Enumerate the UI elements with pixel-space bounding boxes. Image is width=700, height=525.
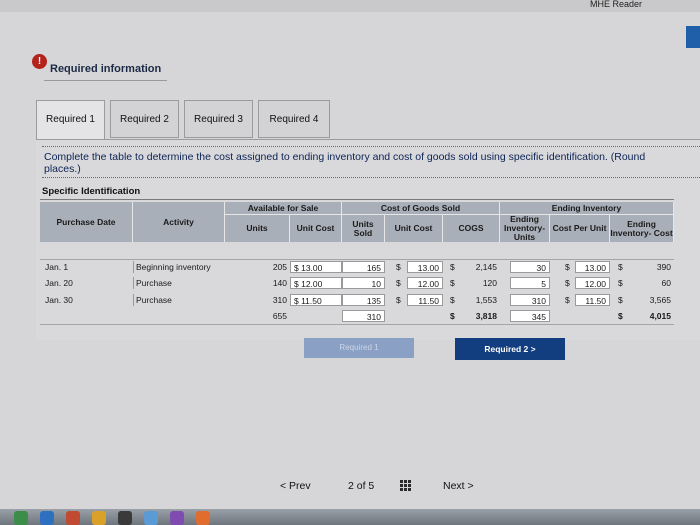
header-ending-inventory-units: Ending Inventory- Units xyxy=(500,215,550,242)
row-units: 140 xyxy=(272,278,287,288)
header-activity: Activity xyxy=(133,202,225,242)
app-icon[interactable] xyxy=(14,511,28,525)
instructions-line-2: places.) xyxy=(44,163,81,175)
currency-symbol: $ xyxy=(450,295,455,305)
app-icon[interactable] xyxy=(40,511,54,525)
next-page-button[interactable]: Next > xyxy=(443,480,474,492)
total-ending-units-input[interactable]: 345 xyxy=(510,310,550,322)
header-units-sold: Units Sold xyxy=(342,215,385,242)
app-icon[interactable] xyxy=(92,511,106,525)
tab-required-2[interactable]: Required 2 xyxy=(110,100,179,138)
app-icon[interactable] xyxy=(170,511,184,525)
unit-cost-input[interactable]: $ 13.00 xyxy=(290,261,342,273)
unit-cost-sold-input[interactable]: 12.00 xyxy=(407,277,443,289)
reader-label: MHE Reader xyxy=(589,0,642,9)
currency-symbol: $ xyxy=(450,278,455,288)
tab-required-4[interactable]: Required 4 xyxy=(258,100,330,138)
row-date: Jan. 20 xyxy=(45,278,73,288)
row-date: Jan. 1 xyxy=(45,262,69,272)
currency-symbol: $ xyxy=(450,262,455,272)
header-cost-of-goods-sold: Cost of Goods Sold xyxy=(342,202,500,215)
page-indicator: 2 of 5 xyxy=(348,480,375,492)
currency-symbol: $ xyxy=(565,295,570,305)
header-purchase-date: Purchase Date xyxy=(40,202,133,242)
divider xyxy=(42,146,700,147)
currency-symbol: $ xyxy=(396,278,401,288)
app-top-bar: MHE Reader xyxy=(0,0,700,12)
app-icon[interactable] xyxy=(118,511,132,525)
currency-symbol: $ xyxy=(396,295,401,305)
app-icon[interactable] xyxy=(66,511,80,525)
cost-per-unit-input[interactable]: 11.50 xyxy=(575,294,610,306)
header-units: Units xyxy=(225,215,290,242)
unit-cost-sold-input[interactable]: 13.00 xyxy=(407,261,443,273)
prev-required-label: Required 1 xyxy=(339,343,379,352)
ending-units-input[interactable]: 5 xyxy=(510,277,550,289)
currency-symbol: $ xyxy=(450,311,455,321)
row-divider xyxy=(40,324,674,325)
row-cogs: 120 xyxy=(482,278,497,288)
currency-symbol: $ xyxy=(565,262,570,272)
row-date: Jan. 30 xyxy=(45,295,73,305)
divider xyxy=(42,177,700,178)
prev-page-button[interactable]: < Prev xyxy=(280,480,311,492)
row-activity: Purchase xyxy=(133,277,225,289)
unit-cost-input[interactable]: $ 12.00 xyxy=(290,277,342,289)
row-ending-cost: 390 xyxy=(656,262,671,272)
tab-required-3[interactable]: Required 3 xyxy=(184,100,253,138)
units-sold-input[interactable]: 135 xyxy=(342,294,385,306)
row-divider xyxy=(40,259,674,260)
currency-symbol: $ xyxy=(396,262,401,272)
header-cogs: COGS xyxy=(443,215,500,242)
row-units: 310 xyxy=(272,295,287,305)
prev-required-button[interactable]: Required 1 xyxy=(304,338,414,358)
ending-units-input[interactable]: 30 xyxy=(510,261,550,273)
header-unit-cost-2: Unit Cost xyxy=(385,215,443,242)
row-ending-cost: 60 xyxy=(661,278,671,288)
units-sold-input[interactable]: 10 xyxy=(342,277,385,289)
tab-required-1[interactable]: Required 1 xyxy=(36,100,105,140)
unit-cost-input[interactable]: $ 11.50 xyxy=(290,294,342,306)
total-units-sold-input[interactable]: 310 xyxy=(342,310,385,322)
cost-per-unit-input[interactable]: 13.00 xyxy=(575,261,610,273)
header-ending-inventory-cost: Ending Inventory- Cost xyxy=(610,215,674,242)
row-activity: Beginning inventory xyxy=(133,261,225,273)
next-required-button[interactable]: Required 2 > xyxy=(455,338,565,360)
app-icon[interactable] xyxy=(144,511,158,525)
row-cogs: 1,553 xyxy=(475,295,497,305)
app-icon[interactable] xyxy=(196,511,210,525)
total-cogs: 3,818 xyxy=(475,311,497,321)
header-unit-cost: Unit Cost xyxy=(290,215,342,242)
page-navigation: < Prev 2 of 5 Next > xyxy=(270,474,500,498)
total-units: 655 xyxy=(272,311,287,321)
row-cogs: 2,145 xyxy=(475,262,497,272)
cost-per-unit-input[interactable]: 12.00 xyxy=(575,277,610,289)
currency-symbol: $ xyxy=(618,262,623,272)
instructions: Complete the table to determine the cost… xyxy=(44,151,645,175)
units-sold-input[interactable]: 165 xyxy=(342,261,385,273)
currency-symbol: $ xyxy=(618,311,623,321)
specific-identification-table: Specific Identification Purchase Date Ac… xyxy=(40,185,674,330)
row-units: 205 xyxy=(272,262,287,272)
required-information-heading: Required information xyxy=(44,58,168,81)
side-tab[interactable] xyxy=(686,26,700,48)
header-cost-per-unit: Cost Per Unit xyxy=(550,215,610,242)
currency-symbol: $ xyxy=(618,295,623,305)
currency-symbol: $ xyxy=(618,278,623,288)
instructions-line-1: Complete the table to determine the cost… xyxy=(44,151,646,163)
table-title: Specific Identification xyxy=(42,186,141,197)
currency-symbol: $ xyxy=(565,278,570,288)
grid-icon[interactable] xyxy=(400,480,412,492)
unit-cost-sold-input[interactable]: 11.50 xyxy=(407,294,443,306)
ending-units-input[interactable]: 310 xyxy=(510,294,550,306)
next-required-label: Required 2 > xyxy=(484,344,536,354)
header-available-for-sale: Available for Sale xyxy=(225,202,342,215)
row-ending-cost: 3,565 xyxy=(649,295,671,305)
row-activity: Purchase xyxy=(133,294,225,306)
table-title-row: Specific Identification xyxy=(40,185,674,200)
total-ending-cost: 4,015 xyxy=(649,311,671,321)
